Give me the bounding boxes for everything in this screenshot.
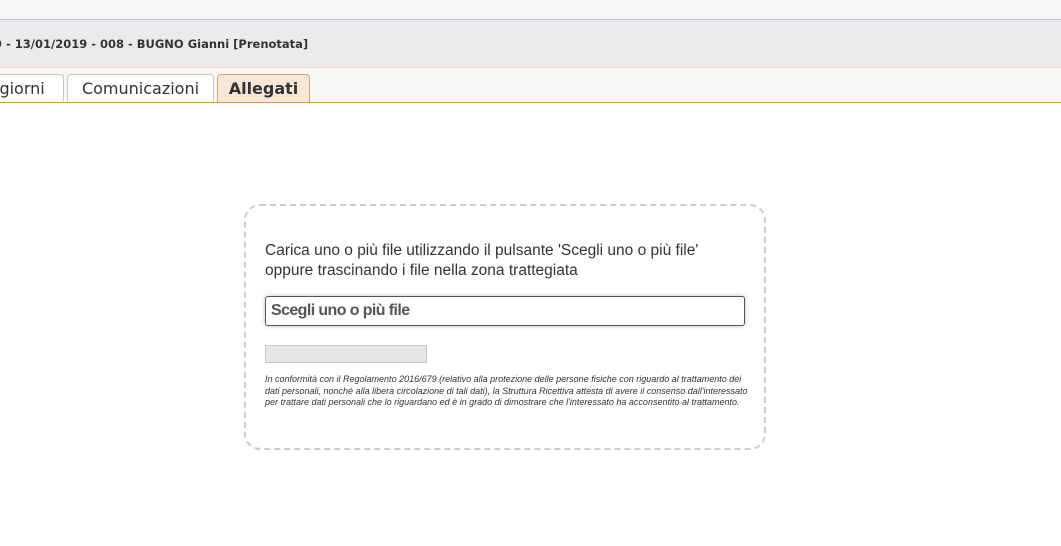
tab-allegati[interactable]: Allegati (217, 74, 310, 102)
reservation-title: 9 - 13/01/2019 - 008 - BUGNO Gianni [Pre… (0, 37, 309, 51)
top-bar (0, 0, 1061, 20)
upload-instructions: Carica uno o più file utilizzando il pul… (265, 241, 745, 281)
privacy-disclaimer: In conformità con il Regolamento 2016/67… (265, 374, 748, 407)
reservation-header: 9 - 13/01/2019 - 008 - BUGNO Gianni [Pre… (0, 20, 1061, 68)
tab-comunicazioni[interactable]: Comunicazioni (67, 74, 214, 101)
upload-progress-bar (265, 345, 427, 363)
choose-files-button[interactable]: Scegli uno o più file (265, 296, 745, 326)
upload-instructions-line-1: Carica uno o più file utilizzando il pul… (265, 242, 699, 259)
tab-soggiorni[interactable]: ggiorni (0, 74, 64, 101)
tab-bar: ggiorni Comunicazioni Allegati (0, 68, 1061, 103)
file-drop-zone[interactable]: Carica uno o più file utilizzando il pul… (244, 204, 766, 450)
upload-instructions-line-2: oppure trascinando i file nella zona tra… (265, 262, 578, 279)
